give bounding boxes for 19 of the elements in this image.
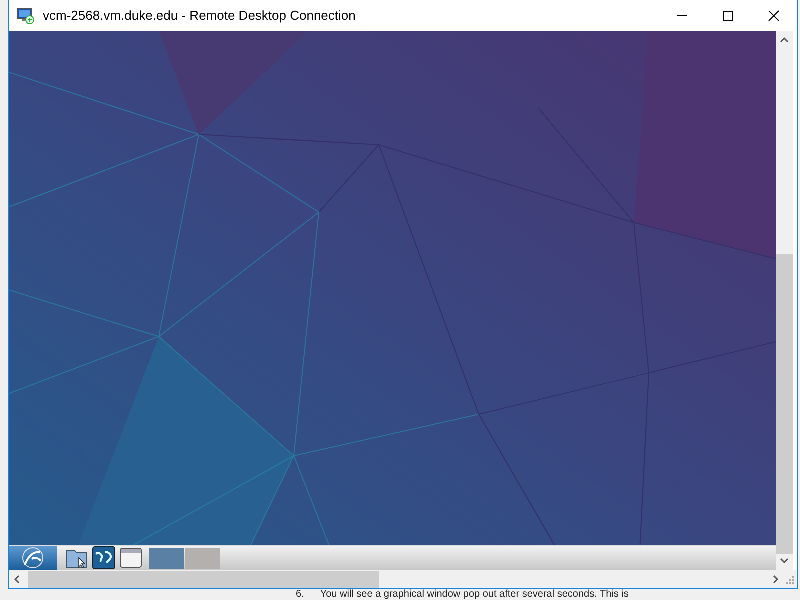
taskbar-button[interactable] <box>149 548 184 568</box>
window-title: vcm-2568.vm.duke.edu - Remote Desktop Connection <box>43 8 356 23</box>
scroll-down-icon[interactable] <box>780 558 789 564</box>
close-icon <box>768 10 780 22</box>
monitor-icon <box>17 8 35 24</box>
minimize-icon <box>677 15 687 16</box>
scrollbar-thumb[interactable] <box>776 254 793 554</box>
step-number: 6. <box>296 589 304 600</box>
scroll-left-icon[interactable] <box>14 574 20 584</box>
start-button[interactable] <box>9 546 57 570</box>
window-icon[interactable] <box>119 546 143 570</box>
scrollbar-thumb[interactable] <box>28 570 379 588</box>
maximize-icon <box>722 10 734 22</box>
vertical-scrollbar[interactable] <box>776 31 793 570</box>
resize-grip-icon[interactable] <box>784 574 794 584</box>
scroll-right-icon[interactable] <box>773 574 779 584</box>
step-text: You will see a graphical window pop out after several seconds. This is <box>320 589 629 600</box>
logo-icon <box>20 547 46 569</box>
scroll-up-icon[interactable] <box>780 37 789 43</box>
